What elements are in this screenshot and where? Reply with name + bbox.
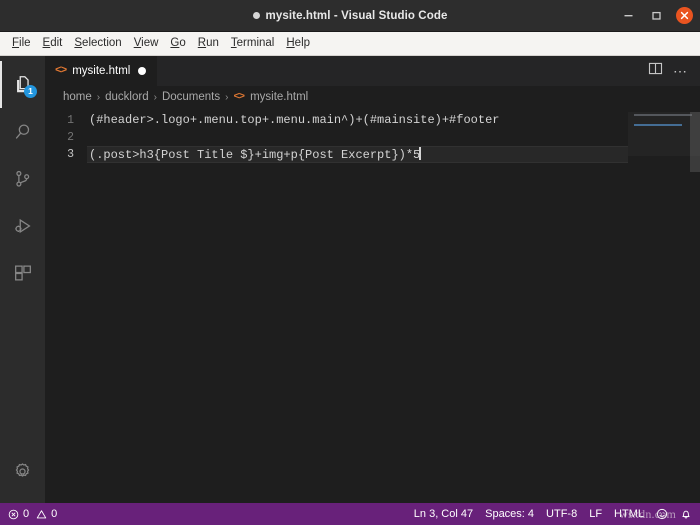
menu-bar: File Edit Selection View Go Run Terminal… xyxy=(0,32,700,56)
menu-edit[interactable]: Edit xyxy=(37,32,69,55)
tab-bar: <> mysite.html ⋯ xyxy=(45,56,700,86)
warning-icon xyxy=(36,509,47,520)
close-button[interactable] xyxy=(676,7,693,24)
more-actions-icon: ⋯ xyxy=(673,63,687,79)
menu-go-rest: o xyxy=(179,37,186,49)
run-debug-icon xyxy=(12,215,34,237)
line-number-gutter: 1 2 3 xyxy=(45,108,87,503)
menu-terminal[interactable]: Terminal xyxy=(225,32,280,55)
feedback-smiley-icon xyxy=(656,508,668,520)
search-icon xyxy=(12,121,34,143)
manage-settings-button[interactable] xyxy=(0,448,45,503)
tab-label: mysite.html xyxy=(72,65,131,77)
menu-run-rest: un xyxy=(206,37,219,49)
vscode-window: mysite.html - Visual Studio Code File Ed… xyxy=(0,0,700,525)
source-control-icon xyxy=(12,168,34,190)
sidebar-item-search[interactable] xyxy=(0,108,45,155)
breadcrumb-file[interactable]: mysite.html xyxy=(250,91,308,103)
sidebar-item-source-control[interactable] xyxy=(0,155,45,202)
line-number: 2 xyxy=(67,131,74,144)
breadcrumb-ducklord[interactable]: ducklord xyxy=(105,91,148,103)
menu-file[interactable]: File xyxy=(6,32,37,55)
status-feedback-button[interactable] xyxy=(650,508,674,520)
editor-scrollbar[interactable] xyxy=(690,112,700,172)
explorer-badge: 1 xyxy=(24,85,37,98)
error-icon xyxy=(8,509,19,520)
code-line-1: (#header>.logo+.menu.top+.menu.main^)+(#… xyxy=(89,113,500,127)
menu-file-accel: F xyxy=(12,37,20,49)
menu-edit-rest: dit xyxy=(50,37,63,49)
code-content[interactable]: (#header>.logo+.menu.top+.menu.main^)+(#… xyxy=(87,108,628,503)
breadcrumb-separator: › xyxy=(153,91,157,103)
status-language-mode[interactable]: HTML xyxy=(608,503,650,525)
sidebar-item-extensions[interactable] xyxy=(0,249,45,296)
sidebar-item-run-debug[interactable] xyxy=(0,202,45,249)
minimize-button[interactable] xyxy=(620,7,637,24)
menu-go[interactable]: Go xyxy=(164,32,191,55)
status-bar: 0 0 Ln 3, Col 47 Spaces: 4 UTF-8 LF HTML xyxy=(0,503,700,525)
maximize-button[interactable] xyxy=(648,7,665,24)
breadcrumb: home › ducklord › Documents › <> mysite.… xyxy=(45,86,700,108)
text-cursor xyxy=(419,147,421,160)
warning-count: 0 xyxy=(51,508,58,520)
status-encoding[interactable]: UTF-8 xyxy=(540,503,583,525)
menu-help-rest: elp xyxy=(294,37,311,49)
window-controls xyxy=(620,0,693,31)
code-editor[interactable]: 1 2 3 (#header>.logo+.menu.top+.menu.mai… xyxy=(45,108,700,503)
status-problems[interactable]: 0 0 xyxy=(2,503,63,525)
status-indentation[interactable]: Spaces: 4 xyxy=(479,503,540,525)
menu-run[interactable]: Run xyxy=(192,32,225,55)
workbench-body: 1 <> mysite.html ⋯ home › ducklord › Doc… xyxy=(0,56,700,503)
breadcrumb-separator: › xyxy=(225,91,229,103)
menu-help[interactable]: Help xyxy=(280,32,316,55)
tab-mysite-html[interactable]: <> mysite.html xyxy=(45,56,159,86)
sidebar-item-explorer[interactable]: 1 xyxy=(0,61,45,108)
menu-view-rest: iew xyxy=(141,37,159,49)
breadcrumb-home[interactable]: home xyxy=(63,91,92,103)
editor-group: <> mysite.html ⋯ home › ducklord › Docum… xyxy=(45,56,700,503)
split-editor-button[interactable] xyxy=(644,60,666,82)
error-count: 0 xyxy=(23,508,30,520)
code-line-3-text: (.post>h3{Post Title $}+img+p{Post Excer… xyxy=(89,148,421,162)
html-file-icon: <> xyxy=(233,91,245,103)
activity-bar: 1 xyxy=(0,56,45,503)
menu-selection-rest: election xyxy=(82,37,122,49)
menu-selection[interactable]: Selection xyxy=(68,32,127,55)
line-number: 1 xyxy=(67,114,74,127)
status-eol[interactable]: LF xyxy=(583,503,608,525)
gear-icon xyxy=(12,461,33,482)
extensions-icon xyxy=(12,262,34,284)
code-line-3: (.post>h3{Post Title $}+img+p{Post Excer… xyxy=(87,146,628,163)
unsaved-indicator-dot xyxy=(252,12,260,19)
menu-terminal-rest: erminal xyxy=(236,37,275,49)
status-notifications-button[interactable] xyxy=(674,508,698,520)
window-title-text: mysite.html - Visual Studio Code xyxy=(265,9,448,22)
html-file-icon: <> xyxy=(55,65,67,77)
line-number-current: 3 xyxy=(67,148,74,161)
menu-file-rest: ile xyxy=(19,37,31,49)
menu-help-accel: H xyxy=(286,37,295,49)
editor-actions: ⋯ xyxy=(644,56,700,86)
bell-icon xyxy=(680,508,692,520)
title-bar: mysite.html - Visual Studio Code xyxy=(0,0,700,32)
breadcrumb-separator: › xyxy=(96,91,101,103)
minimap[interactable] xyxy=(628,108,700,503)
menu-run-accel: R xyxy=(197,37,207,49)
split-editor-icon xyxy=(648,61,663,81)
window-title: mysite.html - Visual Studio Code xyxy=(252,9,448,22)
menu-view[interactable]: View xyxy=(128,32,165,55)
tab-unsaved-dot[interactable] xyxy=(138,67,147,75)
more-actions-button[interactable]: ⋯ xyxy=(669,60,691,82)
menu-selection-accel: S xyxy=(74,37,83,49)
status-cursor-position[interactable]: Ln 3, Col 47 xyxy=(408,503,479,525)
breadcrumb-documents[interactable]: Documents xyxy=(162,91,220,103)
